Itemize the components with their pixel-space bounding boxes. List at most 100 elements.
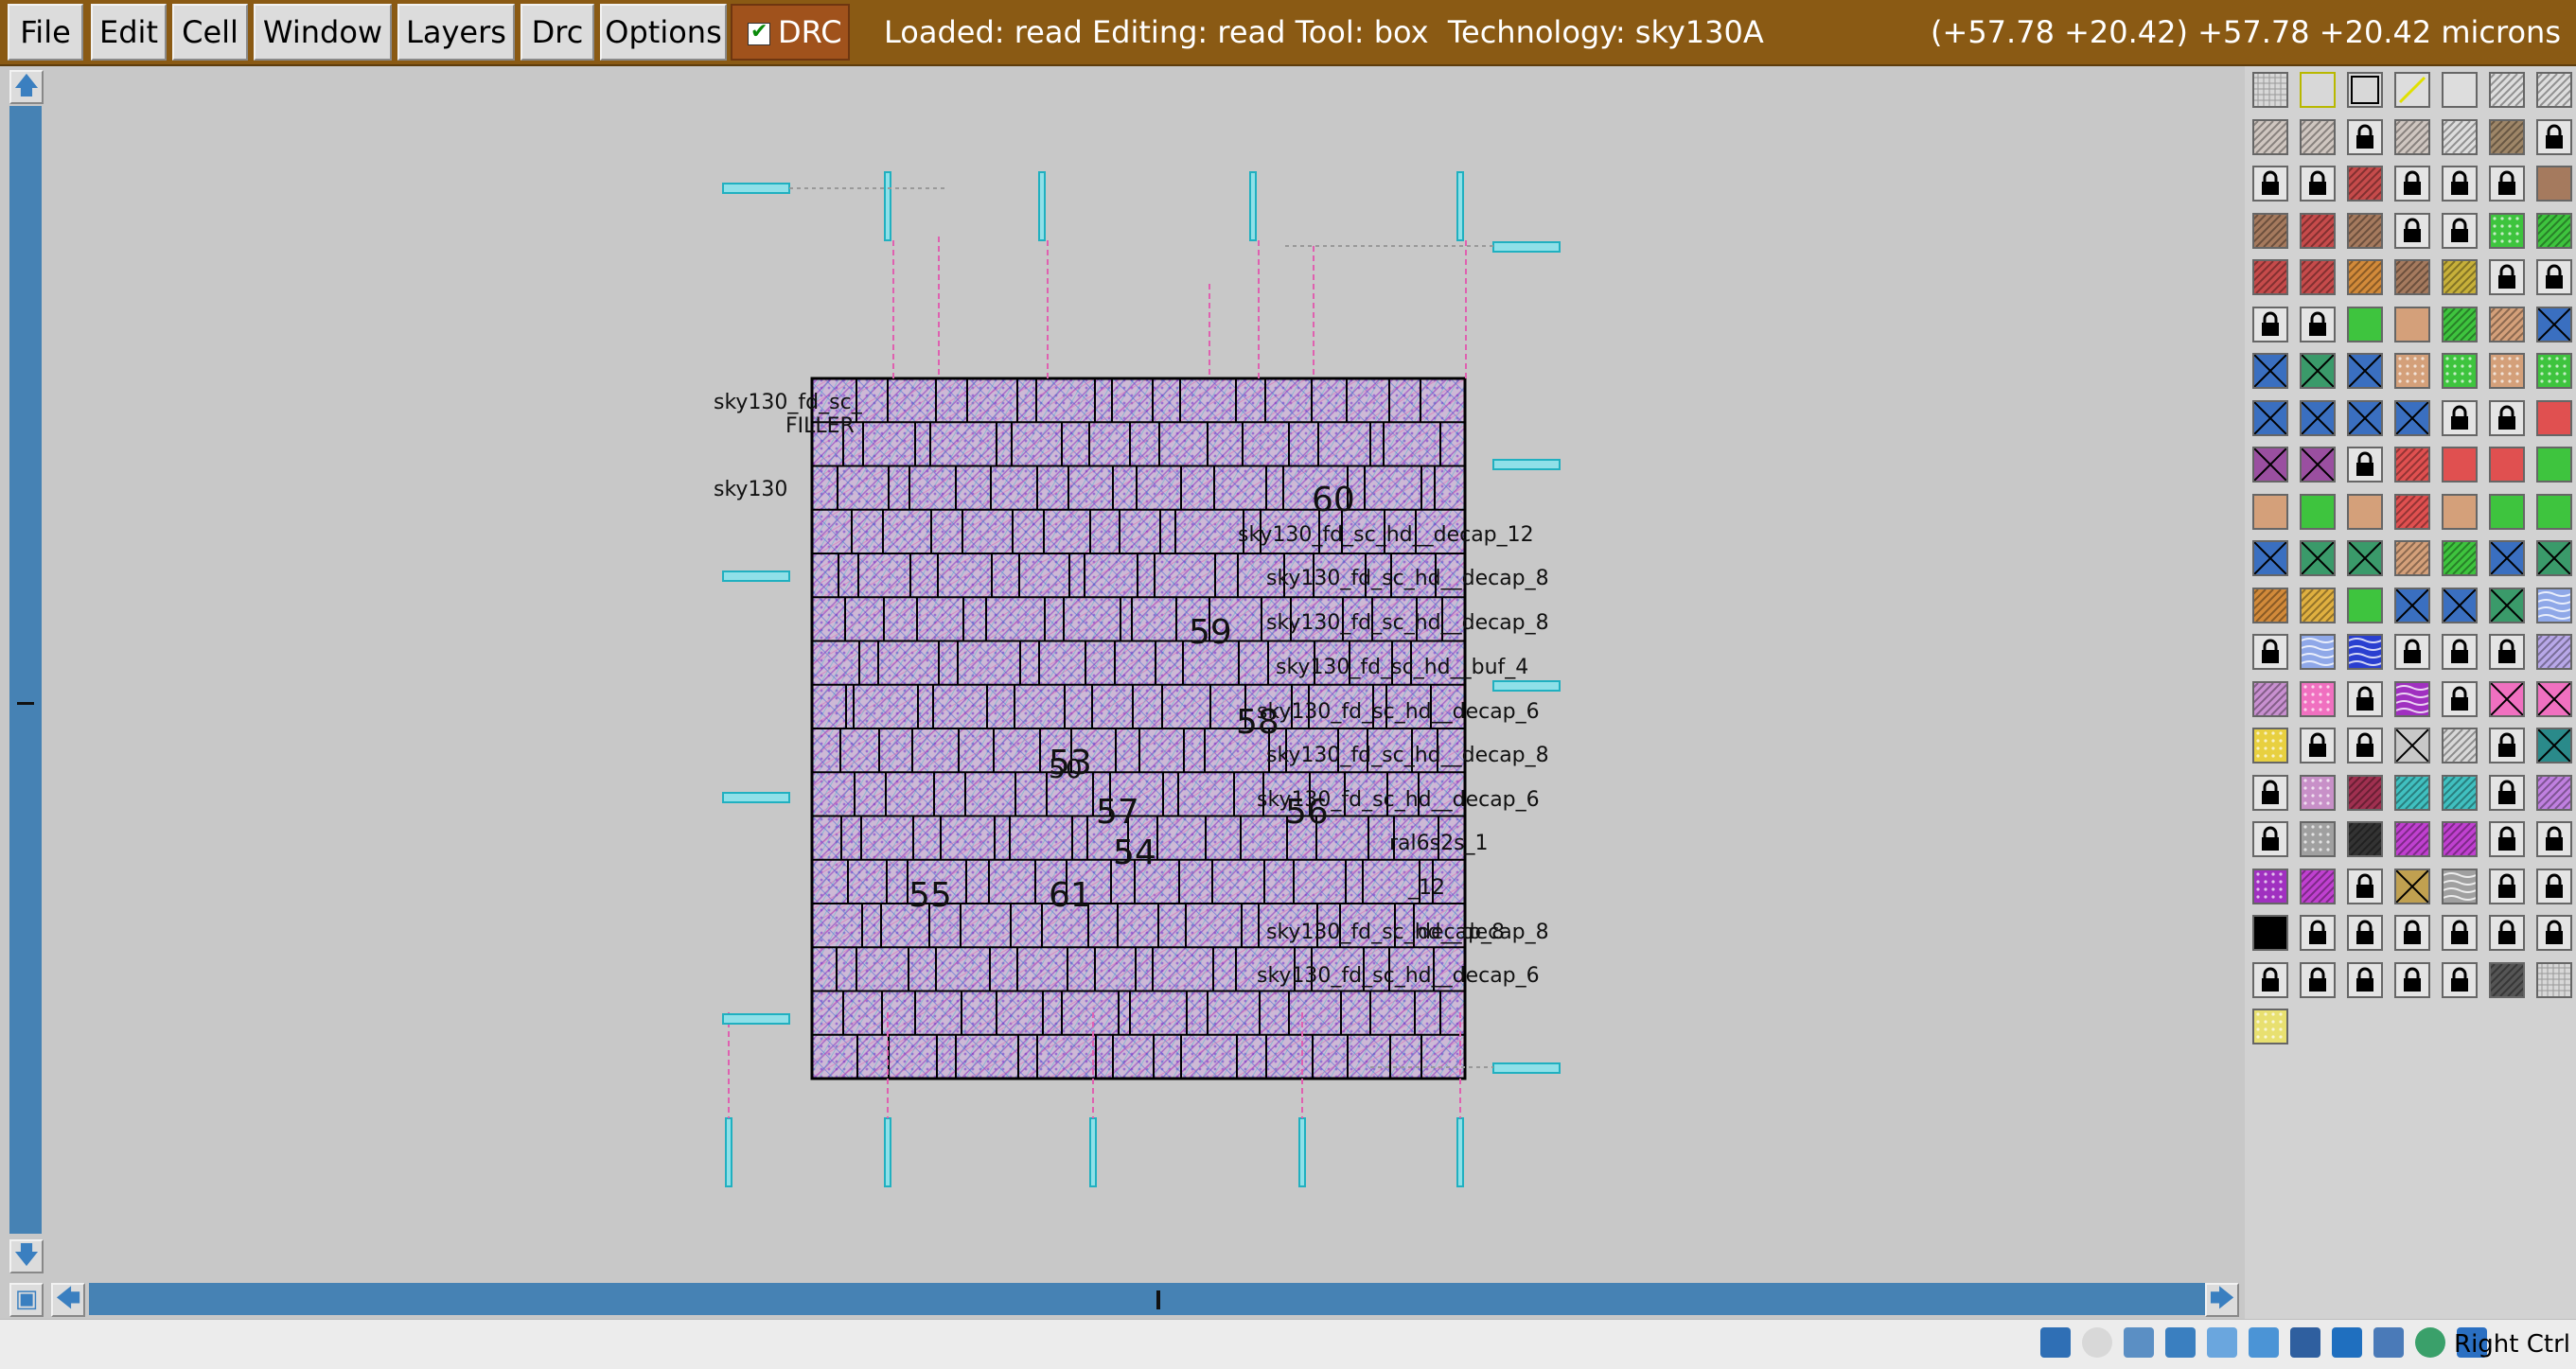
layer-swatch[interactable] (2394, 259, 2430, 295)
layer-swatch[interactable] (2300, 118, 2336, 155)
optical-drive-icon[interactable] (2082, 1327, 2112, 1358)
layer-swatch[interactable] (2489, 587, 2525, 623)
vertical-scroll-track[interactable] (9, 106, 42, 1234)
layer-swatch[interactable] (2300, 587, 2336, 623)
layer-swatch[interactable] (2442, 306, 2478, 342)
layer-swatch[interactable] (2536, 634, 2572, 670)
layer-swatch[interactable] (2536, 447, 2572, 483)
lock-icon[interactable] (2252, 166, 2288, 202)
layer-swatch[interactable] (2442, 447, 2478, 483)
lock-icon[interactable] (2489, 728, 2525, 763)
menu-window[interactable]: Window (254, 4, 392, 61)
zoom-fit-icon[interactable]: ▣ (9, 1283, 44, 1317)
layer-swatch[interactable] (2252, 868, 2288, 904)
horizontal-scrollbar[interactable]: ▣ 🡄 🡆 (0, 1279, 2245, 1319)
layer-swatch[interactable] (2347, 774, 2383, 811)
layer-swatch[interactable] (2347, 212, 2383, 249)
layer-swatch[interactable] (2394, 493, 2430, 530)
layer-swatch[interactable] (2300, 259, 2336, 295)
layer-swatch[interactable] (2489, 306, 2525, 342)
layer-swatch[interactable] (2536, 728, 2572, 763)
layer-swatch[interactable] (2442, 493, 2478, 530)
lock-icon[interactable] (2347, 680, 2383, 717)
layer-swatch[interactable] (2252, 118, 2288, 155)
lock-icon[interactable] (2489, 634, 2525, 670)
layer-swatch[interactable] (2394, 868, 2430, 904)
layer-swatch[interactable] (2536, 540, 2572, 576)
layer-swatch[interactable] (2300, 868, 2336, 904)
vertical-scrollbar[interactable]: 🡅 🡇 ▣ (0, 66, 45, 1319)
layer-swatch[interactable] (2252, 399, 2288, 436)
layer-swatch[interactable] (2252, 212, 2288, 249)
lock-icon[interactable] (2252, 961, 2288, 998)
audio-icon[interactable] (2124, 1327, 2154, 1358)
layer-swatch[interactable] (2347, 587, 2383, 623)
layer-swatch[interactable] (2347, 166, 2383, 202)
layer-swatch[interactable] (2536, 353, 2572, 389)
layer-swatch[interactable] (2252, 915, 2288, 951)
lock-icon[interactable] (2300, 728, 2336, 763)
layer-swatch[interactable] (2442, 72, 2478, 108)
layer-swatch[interactable] (2489, 961, 2525, 998)
lock-icon[interactable] (2394, 212, 2430, 249)
layer-swatch[interactable] (2252, 259, 2288, 295)
layer-swatch[interactable] (2536, 774, 2572, 811)
lock-icon[interactable] (2536, 915, 2572, 951)
layer-swatch[interactable] (2347, 259, 2383, 295)
layer-swatch[interactable] (2489, 353, 2525, 389)
layer-swatch[interactable] (2300, 447, 2336, 483)
layer-swatch[interactable] (2442, 587, 2478, 623)
layer-swatch[interactable] (2536, 587, 2572, 623)
horizontal-scroll-track[interactable] (89, 1283, 2205, 1315)
layer-swatch[interactable] (2489, 680, 2525, 717)
layer-swatch[interactable] (2252, 680, 2288, 717)
horizontal-scroll-thumb[interactable] (1156, 1290, 1160, 1309)
lock-icon[interactable] (2442, 680, 2478, 717)
layer-swatch[interactable] (2394, 587, 2430, 623)
lock-icon[interactable] (2489, 821, 2525, 857)
layer-swatch[interactable] (2442, 728, 2478, 763)
layer-swatch[interactable] (2394, 447, 2430, 483)
lock-icon[interactable] (2394, 166, 2430, 202)
layer-swatch[interactable] (2394, 118, 2430, 155)
layer-swatch[interactable] (2347, 306, 2383, 342)
layer-swatch[interactable] (2536, 212, 2572, 249)
disk-icon[interactable] (2040, 1327, 2071, 1358)
layer-swatch[interactable] (2489, 493, 2525, 530)
layer-swatch[interactable] (2536, 72, 2572, 108)
lock-icon[interactable] (2442, 166, 2478, 202)
lock-icon[interactable] (2394, 634, 2430, 670)
layer-swatch[interactable] (2394, 821, 2430, 857)
layer-swatch[interactable] (2300, 493, 2336, 530)
layer-swatch[interactable] (2347, 353, 2383, 389)
lock-icon[interactable] (2442, 212, 2478, 249)
guest-additions-icon[interactable] (2415, 1327, 2445, 1358)
shared-folder-icon[interactable] (2249, 1327, 2279, 1358)
layer-swatch[interactable] (2442, 774, 2478, 811)
lock-icon[interactable] (2489, 166, 2525, 202)
lock-icon[interactable] (2536, 118, 2572, 155)
layer-swatch[interactable] (2347, 399, 2383, 436)
lock-icon[interactable] (2442, 634, 2478, 670)
lock-icon[interactable] (2347, 961, 2383, 998)
lock-icon[interactable] (2489, 399, 2525, 436)
layer-swatch[interactable] (2442, 821, 2478, 857)
layer-swatch[interactable] (2394, 353, 2430, 389)
layer-swatch[interactable] (2347, 540, 2383, 576)
layer-swatch[interactable] (2394, 774, 2430, 811)
lock-icon[interactable] (2347, 447, 2383, 483)
layer-swatch[interactable] (2536, 399, 2572, 436)
layer-swatch[interactable] (2300, 399, 2336, 436)
layer-swatch[interactable] (2252, 587, 2288, 623)
layer-swatch[interactable] (2489, 212, 2525, 249)
layer-swatch[interactable] (2394, 540, 2430, 576)
layer-swatch[interactable] (2300, 680, 2336, 717)
lock-icon[interactable] (2347, 915, 2383, 951)
layer-swatch[interactable] (2252, 72, 2288, 108)
layout-canvas[interactable]: sky130_fd_sc_ sky130 sky130_fd_sc_hd__de… (45, 66, 2244, 1279)
layer-swatch[interactable] (2536, 166, 2572, 202)
layer-swatch[interactable] (2394, 680, 2430, 717)
layer-swatch[interactable] (2300, 540, 2336, 576)
layer-swatch[interactable] (2536, 493, 2572, 530)
menu-layers[interactable]: Layers (397, 4, 515, 61)
